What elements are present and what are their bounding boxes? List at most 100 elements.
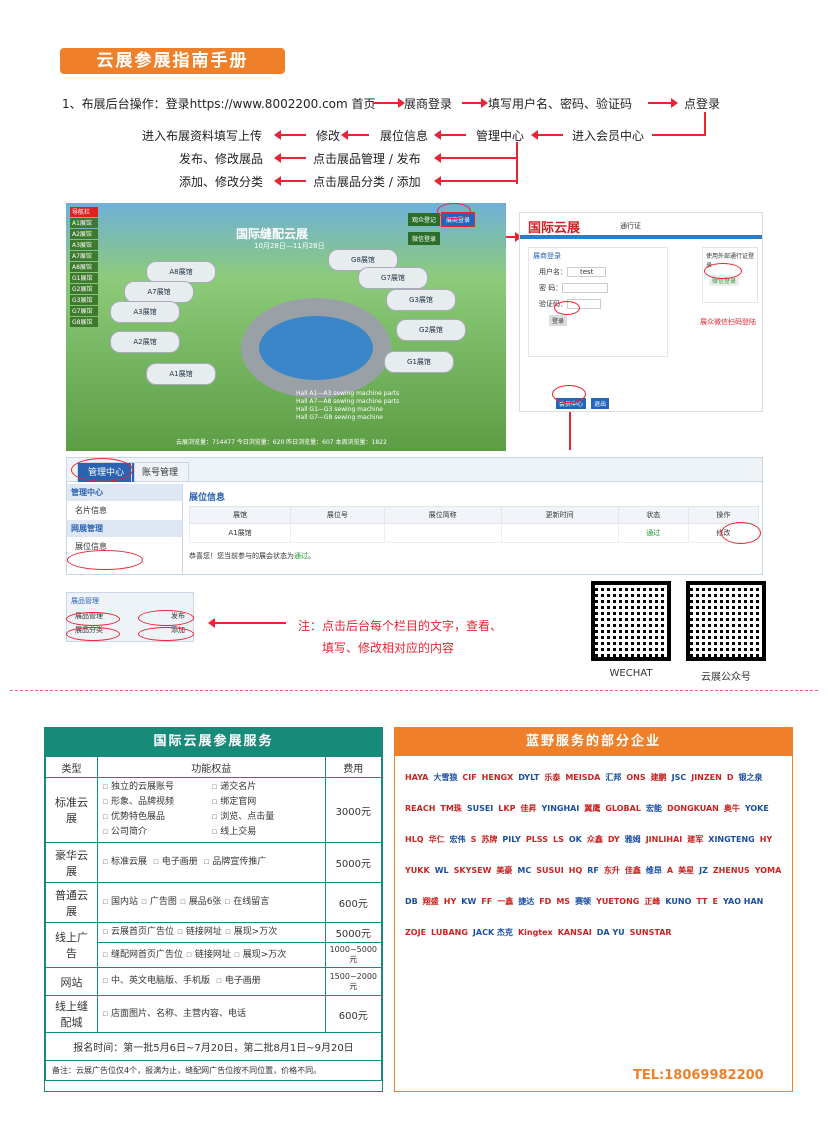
hall-nav-item[interactable]: G3展馆: [70, 295, 98, 305]
partner-logo: HAYA: [405, 773, 429, 782]
hall-g7[interactable]: G7展馆: [358, 267, 428, 289]
partner-logo: 众鑫: [586, 835, 603, 844]
partner-logo: YAO HAN: [722, 897, 764, 906]
step-upload-info: 进入布展资料填写上传: [142, 129, 263, 143]
hall-nav-item[interactable]: A8展馆: [70, 262, 98, 272]
partner-logo: DB: [405, 897, 418, 906]
partner-logo: SUSUI: [536, 866, 564, 875]
expo-logo: 国际云展: [528, 221, 581, 236]
partner-logo: 宏能: [645, 804, 662, 813]
map-legend: Hall A1—A3 sewing machine parts Hall A7—…: [296, 390, 400, 421]
partner-logo: 建军: [687, 835, 704, 844]
username-input[interactable]: test: [567, 267, 607, 277]
password-input[interactable]: [562, 283, 609, 293]
passport-label: 通行证: [620, 222, 641, 230]
partner-logo: DA YU: [596, 928, 625, 937]
hall-g2[interactable]: G2展馆: [396, 319, 466, 341]
partner-logo: RF: [587, 866, 599, 875]
partner-logo: KW: [461, 897, 477, 906]
step-exhibitor-login: 展商登录: [404, 97, 453, 111]
page-banner: 云展参展指南手册: [60, 48, 285, 74]
table-row: 普通云展 国内站 广告图 展品6张 在线留言 600元: [45, 882, 383, 923]
partner-logo: YUKK: [405, 866, 430, 875]
step-click-login: 点登录: [684, 97, 721, 111]
partner-logo: 华仁: [428, 835, 445, 844]
partner-logo: TM珠: [440, 804, 462, 813]
hall-a8[interactable]: A8展馆: [146, 261, 216, 283]
wechat-qr-label: WECHAT: [609, 668, 653, 679]
hall-nav-item[interactable]: A1展馆: [70, 218, 98, 228]
table-row: 线上缝配城 店面图片、名称、主营内容、电话 600元: [45, 995, 383, 1033]
step-member-center: 进入会员中心: [572, 129, 645, 143]
hall-nav-item[interactable]: A3展馆: [70, 240, 98, 250]
step-fill-credentials: 填写用户名、密码、验证码: [488, 97, 633, 111]
hall-a7[interactable]: A7展馆: [124, 281, 194, 303]
partner-logo: 银之泉: [738, 773, 763, 782]
tab-account-management[interactable]: 账号管理: [131, 462, 190, 482]
partner-logo: 苏牌: [481, 835, 498, 844]
partner-logo: YUETONG: [596, 897, 640, 906]
partner-logo: SKYSEW: [453, 866, 492, 875]
management-panel: 管理中心 账号管理 管理中心 名片信息 网展管理 展位信息 展位信息 展馆 展位…: [66, 457, 763, 575]
partner-logo: 维昂: [645, 866, 662, 875]
partner-logo: HLQ: [405, 835, 424, 844]
partner-logo: PLSS: [525, 835, 548, 844]
table-row: 豪华云展 标准云展 电子画册 品牌宣传推广 5000元: [45, 842, 383, 883]
instruction-note: 注：点击后台每个栏目的文字，查看、 填写、修改相对应的内容: [298, 619, 503, 655]
service-price-table: 国际云展参展服务 类型 功能权益 费用 标准云展 独立的云展账号 递交名片 形象…: [44, 727, 383, 1092]
partner-logo: JACK 杰克: [472, 928, 513, 937]
hall-nav-item[interactable]: G8展馆: [70, 317, 98, 327]
hall-nav-item[interactable]: G1展馆: [70, 273, 98, 283]
login-submit-button[interactable]: 登录: [549, 315, 568, 326]
login-panel: 国际云展 通行证 展商登录 用户名： test 密 码： 验证码： 登录 使用外部…: [519, 212, 763, 412]
hall-a1[interactable]: A1展馆: [146, 363, 216, 385]
partner-logo: 宏伟: [449, 835, 466, 844]
partner-logo: DONGKUAN: [666, 804, 719, 813]
hall-nav-list: 导航栏 A1展馆 A2展馆 A3展馆 A7展馆 A8展馆 G1展馆 G2展馆 G…: [70, 207, 98, 328]
partner-logo: CIF: [462, 773, 477, 782]
step-add-categories: 添加、修改分类: [179, 175, 264, 189]
partner-logo: KANSAI: [557, 928, 592, 937]
table-row: 标准云展 独立的云展账号 递交名片 形象、品牌视频 绑定官网 优势特色展品 浏览…: [45, 777, 383, 843]
partner-logo: LKP: [498, 804, 516, 813]
sidebar-item-card-info[interactable]: 名片信息: [67, 501, 182, 520]
partner-logo: PILY: [502, 835, 521, 844]
wechat-login-button[interactable]: 微信登录: [408, 232, 441, 245]
partner-logo: JINZEN: [691, 773, 722, 782]
hall-nav-item[interactable]: G7展馆: [70, 306, 98, 316]
partner-logo: 正峰: [644, 897, 661, 906]
hall-nav-item[interactable]: A7展馆: [70, 251, 98, 261]
partner-logo: 一鑫: [497, 897, 514, 906]
hall-a2[interactable]: A2展馆: [110, 331, 180, 353]
partner-logo: JINLIHAI: [645, 835, 683, 844]
partner-logo: WL: [434, 866, 449, 875]
hall-a3[interactable]: A3展馆: [110, 301, 180, 323]
partner-logo: 乐泰: [544, 773, 561, 782]
step-modify: 修改: [316, 129, 341, 143]
partner-logo: 奥牛: [723, 804, 740, 813]
partner-logo: 翼鹰: [584, 804, 601, 813]
hall-nav-item[interactable]: G2展馆: [70, 284, 98, 294]
official-account-qr-label: 云展公众号: [701, 672, 751, 683]
partner-logo: 建鹏: [650, 773, 667, 782]
partner-logo: DYLT: [518, 773, 540, 782]
hall-g3[interactable]: G3展馆: [386, 289, 456, 311]
partner-logo: TT: [696, 897, 708, 906]
hall-nav-item[interactable]: 导航栏: [70, 207, 98, 217]
partner-logo: Kingtex: [517, 928, 553, 937]
table-row: 网站 中、英文电脑版、手机版 电子画册 1500~2000元: [45, 967, 383, 996]
logout-button[interactable]: 退出: [591, 398, 610, 409]
hall-nav-item[interactable]: A2展馆: [70, 229, 98, 239]
partner-logo: HQ: [568, 866, 583, 875]
partner-logo: E: [712, 897, 718, 906]
registration-period: 报名时间：第一批5月6日~7月20日，第二批8月1日~9月20日: [45, 1032, 382, 1061]
map-title: 国际缝配云展: [236, 227, 309, 241]
visitor-register-button[interactable]: 观众登记: [408, 213, 441, 226]
partner-logo: A: [666, 866, 674, 875]
partner-logo: HY: [759, 835, 773, 844]
hall-g1[interactable]: G1展馆: [384, 351, 454, 373]
partner-logo: 雅姆: [624, 835, 641, 844]
partner-logo: SUSEI: [466, 804, 494, 813]
partner-logo: D: [726, 773, 734, 782]
partner-logo: REACH: [405, 804, 436, 813]
